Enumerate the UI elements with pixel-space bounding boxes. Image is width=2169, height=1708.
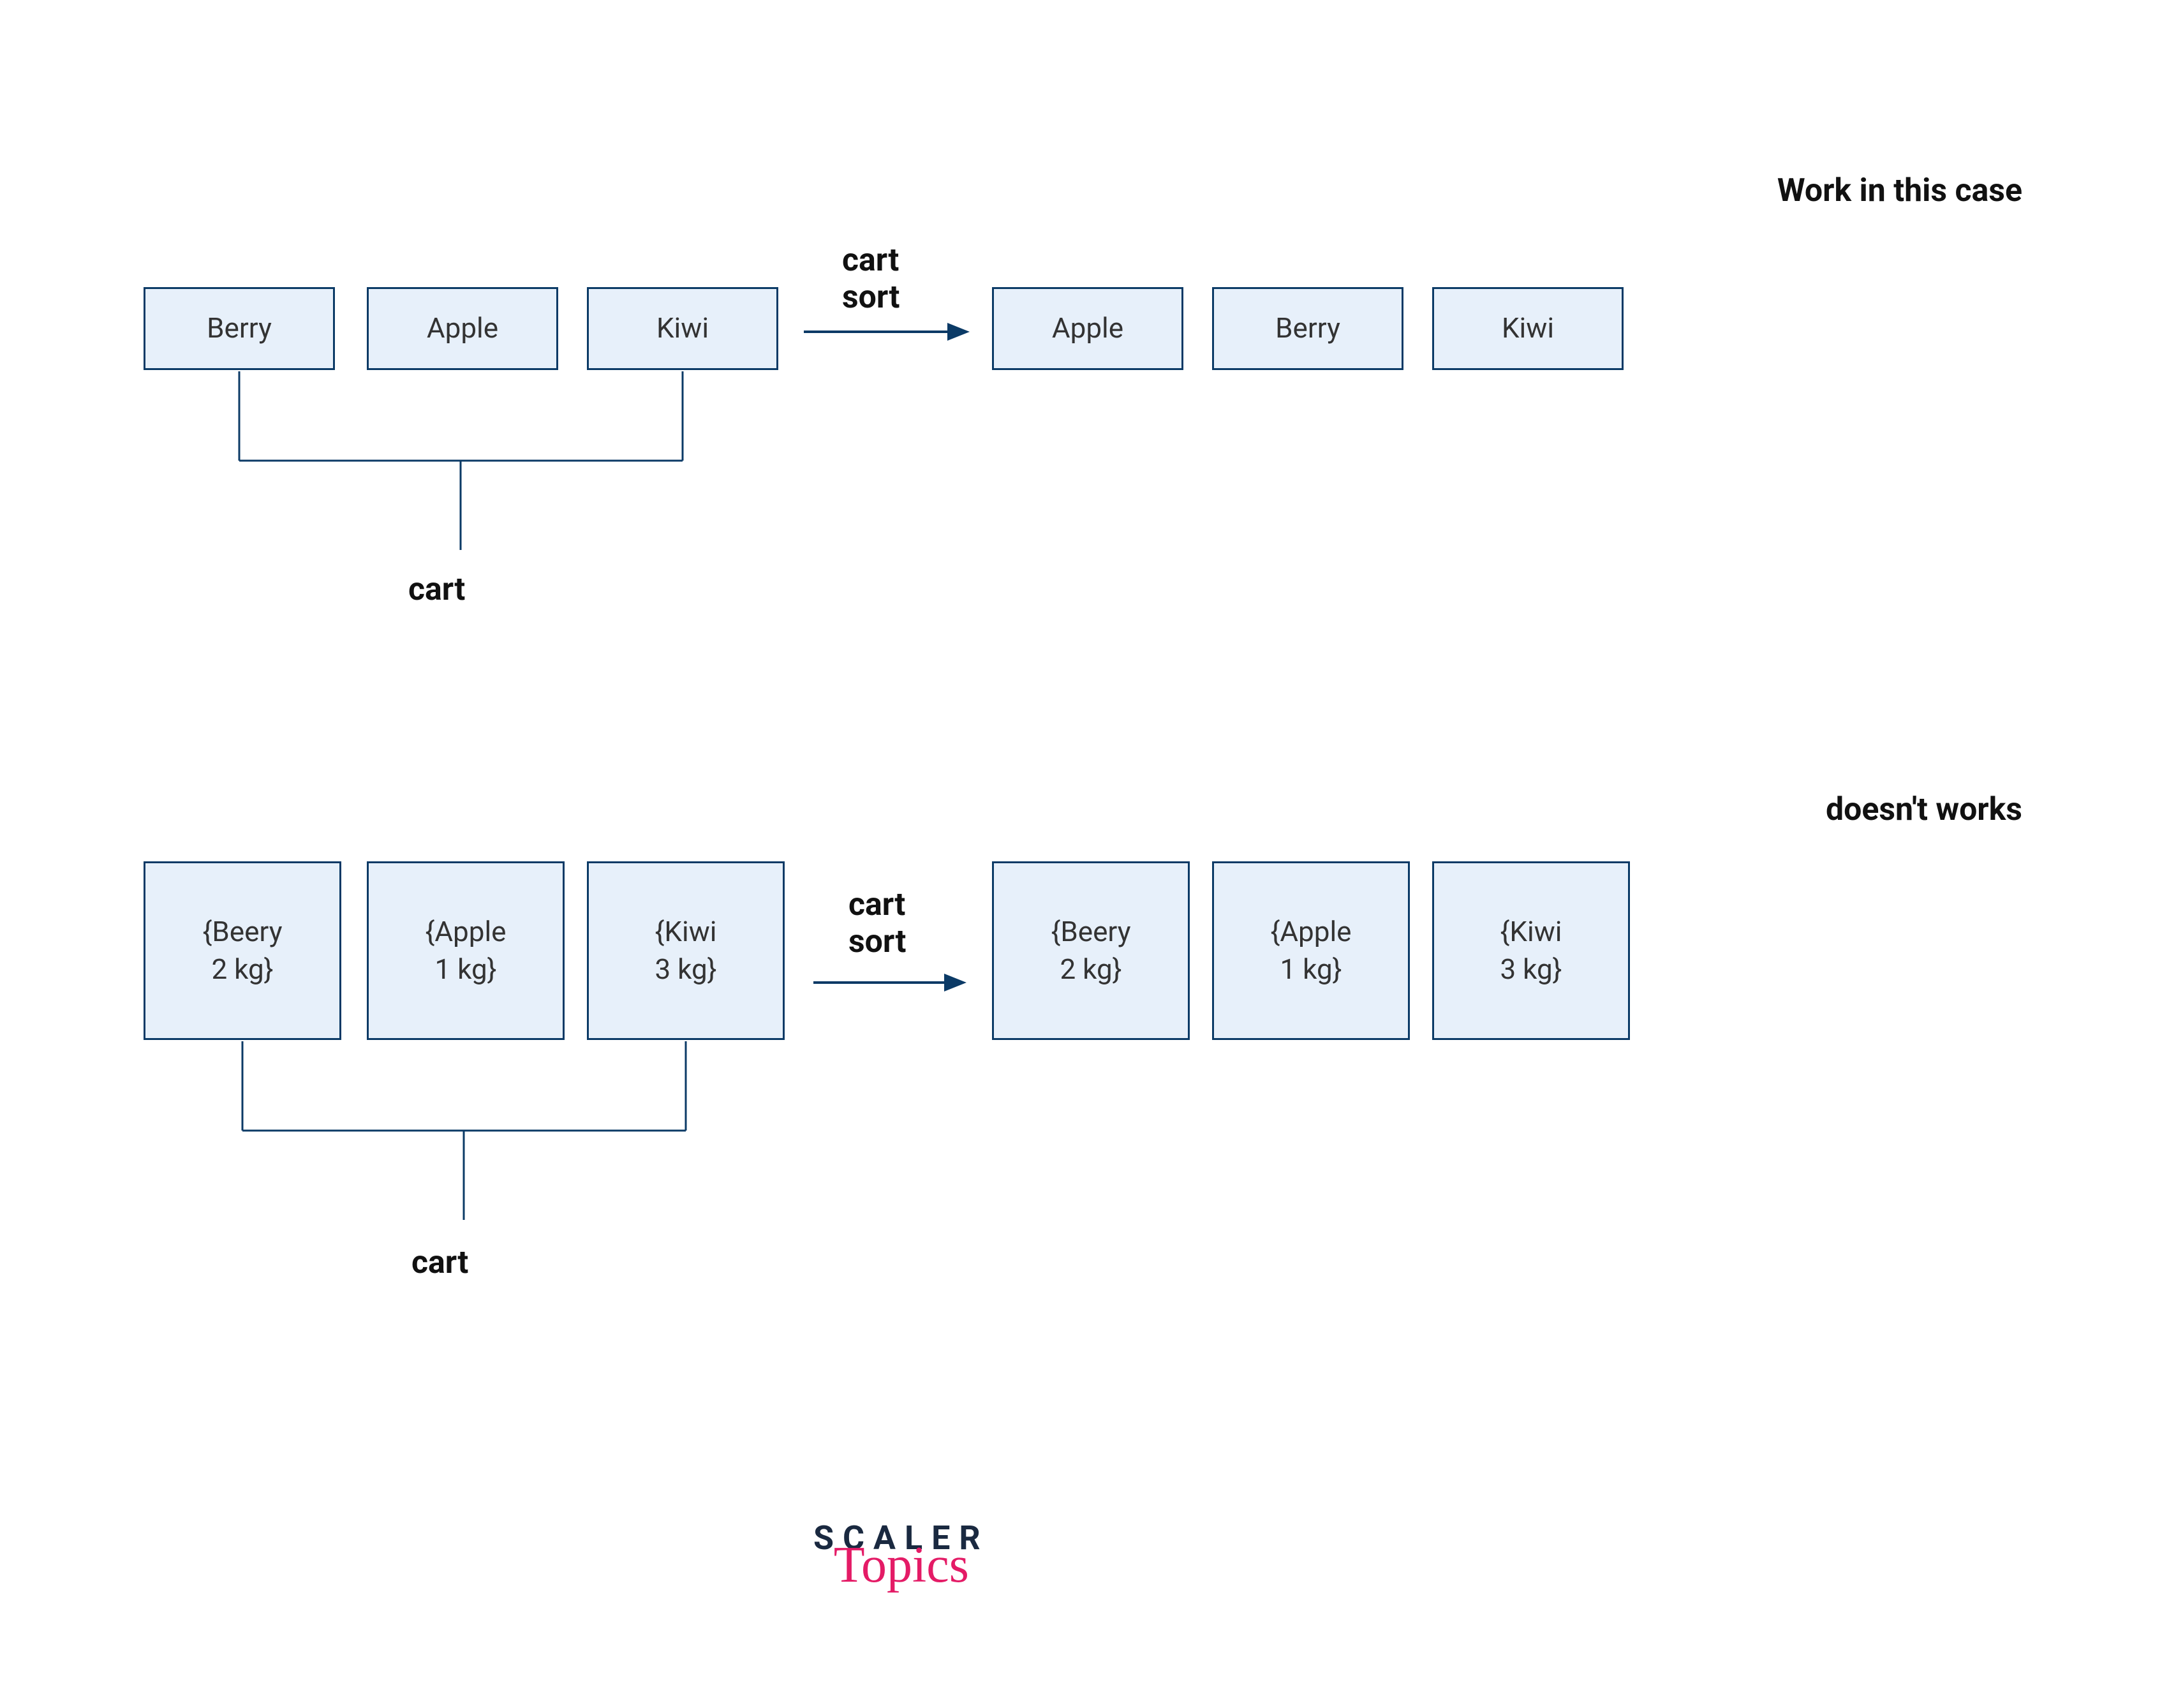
row2-left-1-l1: {Apple — [425, 913, 506, 951]
row1-right-box-0: Apple — [992, 287, 1183, 370]
arrow-label-1: cart sort — [842, 242, 899, 316]
row1-right-box-2: Kiwi — [1432, 287, 1624, 370]
cart-label-1: cart — [408, 571, 465, 608]
row2-left-box-2: {Kiwi 3 kg} — [587, 861, 785, 1040]
row1-left-label-2: Kiwi — [656, 309, 709, 347]
arrow-label-1-line2: sort — [842, 279, 899, 316]
row2-right-box-2: {Kiwi 3 kg} — [1432, 861, 1630, 1040]
row1-left-box-1: Apple — [367, 287, 558, 370]
row2-left-0-l1: {Beery — [202, 913, 282, 951]
arrow-label-2-line1: cart — [848, 887, 906, 924]
row2-right-2-l2: 3 kg} — [1500, 951, 1562, 988]
row2-right-1-l2: 1 kg} — [1280, 951, 1342, 988]
row1-right-label-0: Apple — [1052, 309, 1123, 347]
arrow-2 — [813, 970, 966, 995]
row2-left-2-l2: 3 kg} — [655, 951, 716, 988]
row1-right-box-1: Berry — [1212, 287, 1403, 370]
brand-logo-bottom: Topics — [813, 1550, 989, 1580]
row2-left-0-l2: 2 kg} — [211, 951, 273, 988]
bracket-1 — [144, 371, 781, 556]
arrow-label-2-line2: sort — [848, 924, 906, 961]
row2-right-1-l1: {Apple — [1270, 913, 1351, 951]
row2-left-box-1: {Apple 1 kg} — [367, 861, 565, 1040]
row2-left-2-l1: {Kiwi — [655, 913, 717, 951]
row2-right-box-1: {Apple 1 kg} — [1212, 861, 1410, 1040]
arrow-1 — [804, 319, 970, 345]
cart-label-2: cart — [411, 1244, 468, 1281]
row2-right-0-l2: 2 kg} — [1060, 951, 1122, 988]
row1-left-box-0: Berry — [144, 287, 335, 370]
arrow-label-1-line1: cart — [842, 242, 899, 279]
row1-right-label-1: Berry — [1275, 309, 1340, 347]
row2-left-1-l2: 1 kg} — [434, 951, 496, 988]
caption-works: Work in this case — [1777, 172, 2022, 209]
row2-left-box-0: {Beery 2 kg} — [144, 861, 341, 1040]
row2-right-2-l1: {Kiwi — [1500, 913, 1562, 951]
caption-doesnt: doesn't works — [1826, 791, 2022, 828]
row2-right-box-0: {Beery 2 kg} — [992, 861, 1190, 1040]
row2-right-0-l1: {Beery — [1051, 913, 1130, 951]
row1-right-label-2: Kiwi — [1502, 309, 1554, 347]
brand-logo: SCALER Topics — [813, 1519, 989, 1580]
arrow-label-2: cart sort — [848, 887, 906, 960]
row1-left-box-2: Kiwi — [587, 287, 778, 370]
row1-left-label-1: Apple — [427, 309, 498, 347]
row1-left-label-0: Berry — [207, 309, 272, 347]
bracket-2 — [144, 1041, 781, 1226]
